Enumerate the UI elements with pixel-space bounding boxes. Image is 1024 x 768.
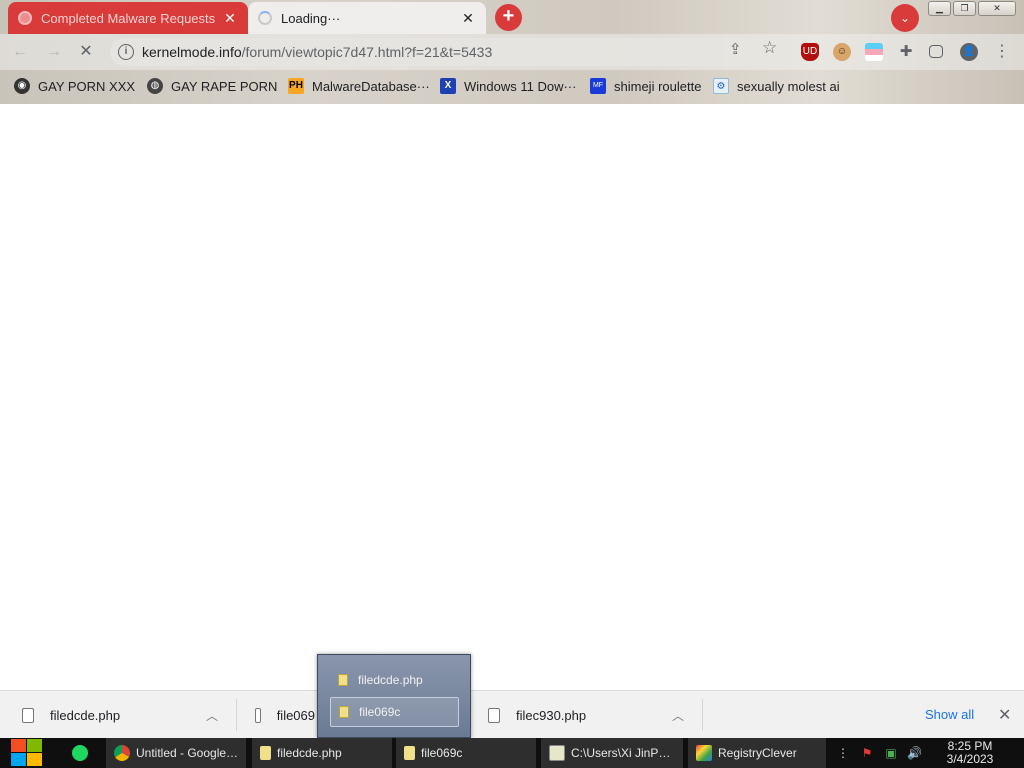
download-item[interactable]: file069 [255,691,315,739]
browser-toolbar: ← → ✕ i kernelmode.info/forum/viewtopic7… [0,34,1024,70]
chevron-up-icon[interactable]: ︿ [672,707,684,724]
bookmark-item[interactable]: MF shimeji roulette [590,76,701,96]
url-text: kernelmode.info/forum/viewtopic7d47.html… [142,44,493,60]
download-bar: filedcde.php ︿ file069 filec930.php ︿ Sh… [0,690,1024,738]
file-icon [488,707,500,723]
download-item[interactable]: filedcde.php ︿ [22,691,234,739]
bookmark-item[interactable]: X Windows 11 Dow··· [440,76,576,96]
restore-button[interactable]: ❐ [953,1,976,16]
taskbar-app-registryclever[interactable]: RegistryClever [688,738,826,768]
page-content [0,104,1024,690]
menu-icon[interactable]: ⋮ [993,43,1011,61]
github-icon: ◉ [14,78,30,94]
bookmark-item[interactable]: ⚙ sexually molest ai [713,76,840,96]
tab-loading[interactable]: Loading··· ✕ [248,2,486,34]
back-button[interactable]: ← [10,42,30,62]
taskbar-app-file[interactable]: filedcde.php [252,738,392,768]
taskbar-app-file[interactable]: file069c [396,738,536,768]
download-item[interactable]: filec930.php ︿ [488,691,700,739]
volume-icon[interactable]: 🔊 [907,745,922,761]
globe-icon: ◍ [147,78,163,94]
file-icon [260,746,271,760]
ublock-icon[interactable]: UD [801,43,819,61]
chevron-up-icon[interactable]: ︿ [206,707,218,724]
tab-title: Completed Malware Requests [41,10,216,26]
site-info-icon[interactable]: i [118,44,134,60]
avatar-extension-icon[interactable]: ☺ [833,43,851,61]
minimize-button[interactable]: ▁ [928,1,951,16]
file-icon [255,707,261,723]
browser-chrome: Completed Malware Requests ✕ Loading··· … [0,0,1024,104]
puzzle-icon[interactable]: ✚ [897,43,915,61]
loading-spinner-icon [258,11,272,25]
taskbar: Untitled - Google… filedcde.php file069c… [0,738,1024,768]
spotify-icon[interactable] [72,745,88,761]
profile-icon[interactable]: 👤 [960,43,978,61]
popup-item[interactable]: filedcde.php [330,665,459,695]
bookmark-star-icon[interactable]: ☆ [762,38,777,58]
close-window-button[interactable]: ✕ [978,1,1016,16]
close-download-bar-icon[interactable]: ✕ [998,705,1011,725]
chrome-icon [114,745,130,761]
ph-icon: PH [288,78,304,94]
network-icon[interactable]: ▣ [884,745,898,761]
file-icon [22,707,34,723]
start-button[interactable] [10,738,44,768]
stop-loading-button[interactable]: ✕ [76,42,96,62]
bot-icon: ⚙ [713,78,729,94]
file-icon [338,674,348,686]
forward-button[interactable]: → [44,42,64,62]
tab-favicon-icon [18,11,32,25]
bookmark-item[interactable]: ◉ GAY PORN XXX [14,76,135,96]
tab-close-icon[interactable]: ✕ [460,10,476,27]
taskbar-jump-popup: filedcde.php file069c [317,654,471,738]
file-icon [339,706,349,718]
popup-item-selected[interactable]: file069c [330,697,459,727]
windows-logo-icon [11,739,26,752]
taskbar-app-notepad[interactable]: C:\Users\Xi JinP… [541,738,683,768]
tab-close-icon[interactable]: ✕ [222,10,238,27]
notepad-icon [549,745,565,761]
bookmark-item[interactable]: ◍ GAY RAPE PORN [147,76,277,96]
action-center-flag-icon[interactable]: ⚑ [860,745,874,761]
show-all-downloads-link[interactable]: Show all [925,707,974,722]
share-icon[interactable]: ⇪ [729,40,742,58]
taskbar-app-chrome[interactable]: Untitled - Google… [106,738,246,768]
registry-icon [696,745,712,761]
tray-overflow-icon[interactable]: ⋮ [836,745,850,761]
tab-completed-malware-requests[interactable]: Completed Malware Requests ✕ [8,2,248,34]
clock-date: 3/4/2023 [946,752,994,766]
new-tab-button[interactable]: + [495,4,522,31]
tab-search-button[interactable]: ⌄ [891,4,919,32]
side-panel-icon[interactable] [929,45,943,58]
divider [236,699,237,731]
system-clock[interactable]: 8:25 PM 3/4/2023 [938,740,1002,766]
tab-title: Loading··· [281,10,341,26]
flag-extension-icon[interactable] [865,43,883,61]
bookmark-item[interactable]: PH MalwareDatabase··· [288,76,430,96]
address-bar[interactable]: i kernelmode.info/forum/viewtopic7d47.ht… [110,38,790,66]
tab-strip: Completed Malware Requests ✕ Loading··· … [0,0,1024,34]
bookmarks-bar: ◉ GAY PORN XXX ◍ GAY RAPE PORN PH Malwar… [0,70,1024,102]
divider [702,699,703,731]
x-icon: X [440,78,456,94]
file-icon [404,746,415,760]
mf-icon: MF [590,78,606,94]
